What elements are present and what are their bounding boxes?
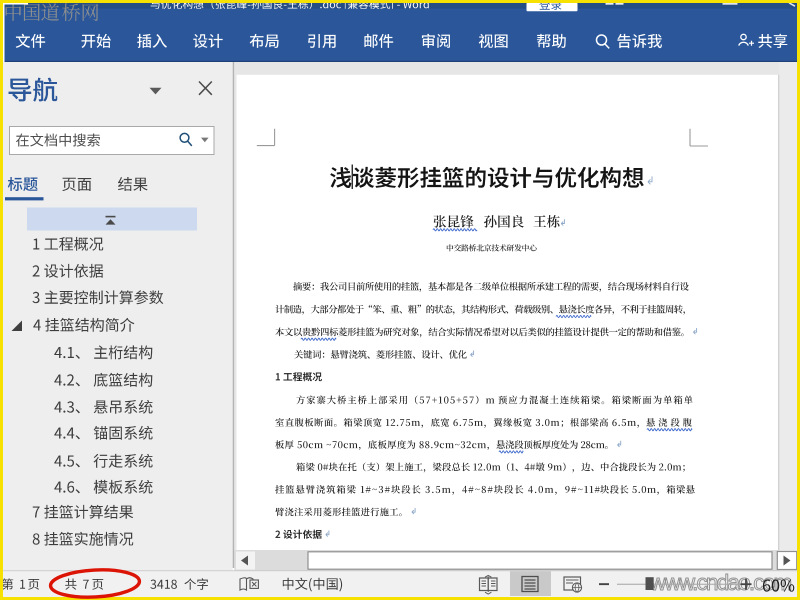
svg-text:www.cndao.com: www.cndao.com xyxy=(649,570,791,595)
